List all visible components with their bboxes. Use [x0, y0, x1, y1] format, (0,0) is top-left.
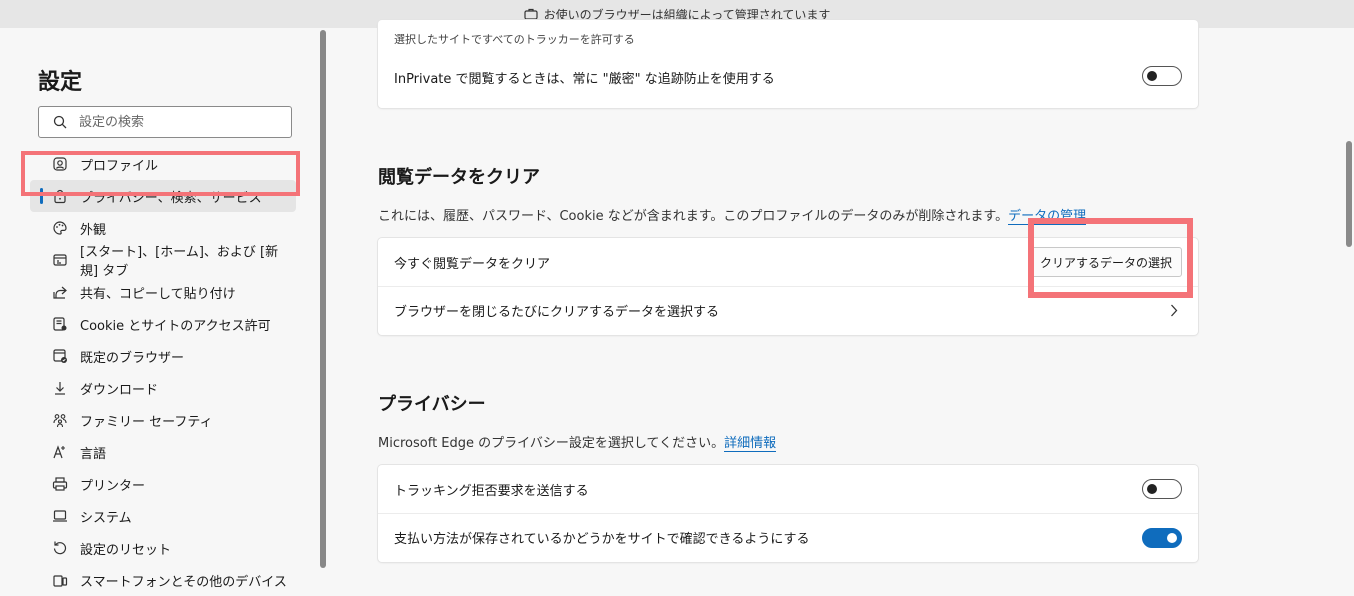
settings-search[interactable] — [38, 106, 292, 138]
download-icon — [52, 380, 68, 396]
clear-browsing-data-desc: これには、履歴、パスワード、Cookie などが含まれます。このプロファイルのデ… — [378, 205, 1087, 225]
privacy-title: プライバシー — [378, 394, 486, 415]
sidebar-item-downloads[interactable]: ダウンロード — [30, 372, 296, 404]
language-icon — [52, 444, 68, 460]
phone-icon — [52, 572, 68, 588]
settings-main-content: 選択したサイトですべてのトラッカーを許可する InPrivate で閲覧するとき… — [328, 20, 1344, 580]
payment-methods-row[interactable]: 支払い方法が保存されているかどうかをサイトで確認できるようにする — [378, 513, 1198, 561]
briefcase-icon — [524, 8, 538, 20]
reset-icon — [52, 540, 68, 556]
family-icon — [52, 412, 68, 428]
settings-nav: プロファイル プライバシー、検索、サービス 外観 [スタート]、[ホーム]、およ… — [30, 148, 296, 596]
learn-more-link[interactable]: 詳細情報 — [724, 436, 777, 452]
sidebar-item-family-safety[interactable]: ファミリー セーフティ — [30, 404, 296, 436]
sidebar-scrollbar-thumb[interactable] — [320, 30, 326, 568]
main-scrollbar[interactable] — [1344, 28, 1354, 580]
sidebar-item-label: 外観 — [80, 222, 107, 238]
privacy-card: トラッキング拒否要求を送信する 支払い方法が保存されているかどうかをサイトで確認… — [378, 465, 1198, 562]
inprivate-strict-row[interactable]: InPrivate で閲覧するときは、常に "厳密" な追跡防止を使用する — [378, 52, 1198, 100]
sidebar-item-label: 共有、コピーして貼り付け — [80, 286, 236, 302]
sidebar-item-phone-devices[interactable]: スマートフォンとその他のデバイス — [30, 564, 296, 596]
clear-browsing-data-title: 閲覧データをクリア — [378, 167, 540, 188]
clear-on-close-label: ブラウザーを閉じるたびにクリアするデータを選択する — [394, 305, 720, 320]
sidebar-item-printers[interactable]: プリンター — [30, 468, 296, 500]
sidebar-item-label: プリンター — [80, 478, 146, 494]
inprivate-strict-label: InPrivate で閲覧するときは、常に "厳密" な追跡防止を使用する — [394, 72, 775, 87]
system-icon — [52, 508, 68, 524]
allow-all-trackers-text: 選択したサイトですべてのトラッカーを許可する — [394, 33, 635, 46]
sidebar-item-label: スマートフォンとその他のデバイス — [80, 574, 287, 590]
sidebar-item-label: 言語 — [80, 446, 107, 462]
sidebar-scrollbar[interactable] — [318, 28, 328, 580]
privacy-desc: Microsoft Edge のプライバシー設定を選択してください。詳細情報 — [378, 432, 777, 452]
home-tab-icon — [52, 252, 68, 268]
sidebar-item-reset-settings[interactable]: 設定のリセット — [30, 532, 296, 564]
site-permissions-icon — [52, 316, 68, 332]
clear-now-label: 今すぐ閲覧データをクリア — [394, 256, 551, 272]
default-browser-icon — [52, 348, 68, 364]
sidebar-item-label: ダウンロード — [80, 382, 159, 398]
sidebar-item-cookies-site-permissions[interactable]: Cookie とサイトのアクセス許可 — [30, 308, 296, 340]
highlight-box-clear-button — [1028, 218, 1193, 298]
chevron-right-icon — [1171, 304, 1178, 317]
payment-methods-label: 支払い方法が保存されているかどうかをサイトで確認できるようにする — [394, 532, 810, 547]
sidebar-item-label: [スタート]、[ホーム]、および [新規] タブ — [80, 245, 279, 279]
highlight-box-privacy-nav — [21, 151, 300, 196]
sidebar-item-languages[interactable]: 言語 — [30, 436, 296, 468]
do-not-track-label: トラッキング拒否要求を送信する — [394, 483, 589, 499]
tracking-prevention-card: 選択したサイトですべてのトラッカーを許可する InPrivate で閲覧するとき… — [378, 20, 1198, 108]
sidebar-item-label: システム — [80, 510, 132, 526]
share-icon — [52, 284, 68, 300]
do-not-track-toggle[interactable] — [1142, 479, 1182, 499]
settings-sidebar: 設定 プロファイル プライバシー、検索、サービス 外観 [スタート]、[ホーム]… — [0, 28, 318, 590]
sidebar-item-share-copy-paste[interactable]: 共有、コピーして貼り付け — [30, 276, 296, 308]
inprivate-strict-toggle[interactable] — [1142, 66, 1182, 86]
sidebar-item-appearance[interactable]: 外観 — [30, 212, 296, 244]
sidebar-item-label: 既定のブラウザー — [80, 350, 185, 366]
sidebar-item-label: ファミリー セーフティ — [80, 414, 213, 430]
search-input[interactable] — [77, 113, 271, 131]
sidebar-item-default-browser[interactable]: 既定のブラウザー — [30, 340, 296, 372]
settings-title: 設定 — [38, 70, 83, 95]
sidebar-item-label: 設定のリセット — [80, 542, 172, 558]
clear-desc-text: これには、履歴、パスワード、Cookie などが含まれます。このプロファイルのデ… — [378, 209, 1009, 224]
sidebar-item-label: Cookie とサイトのアクセス許可 — [80, 318, 271, 334]
do-not-track-row[interactable]: トラッキング拒否要求を送信する — [378, 465, 1198, 513]
sidebar-item-system[interactable]: システム — [30, 500, 296, 532]
main-scrollbar-thumb[interactable] — [1346, 141, 1352, 247]
privacy-desc-text: Microsoft Edge のプライバシー設定を選択してください。 — [378, 436, 725, 451]
payment-methods-toggle[interactable] — [1142, 528, 1182, 548]
palette-icon — [52, 220, 68, 236]
search-icon — [53, 115, 67, 129]
sidebar-item-start-home-newtab[interactable]: [スタート]、[ホーム]、および [新規] タブ — [30, 244, 296, 279]
printer-icon — [52, 476, 68, 492]
